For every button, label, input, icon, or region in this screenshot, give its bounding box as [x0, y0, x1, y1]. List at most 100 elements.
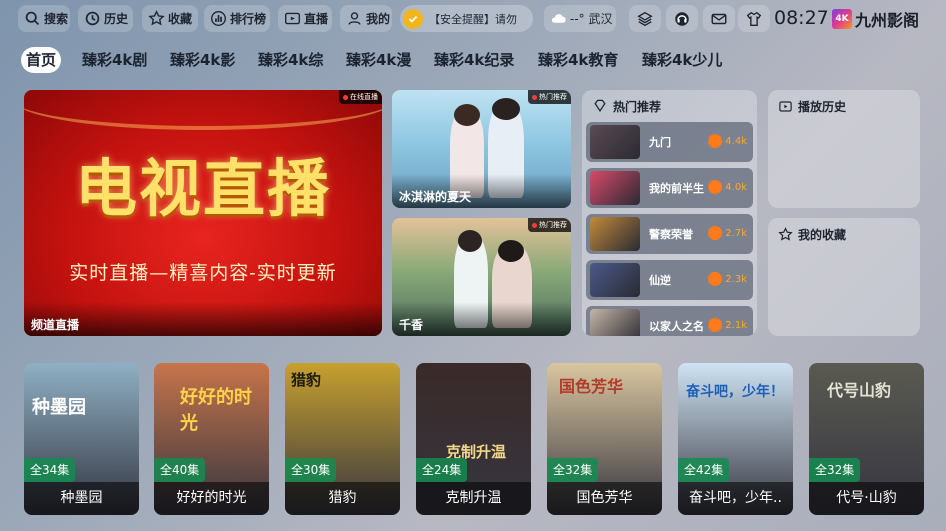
live-tv-banner[interactable]: 在线直播 电视直播 实时直播—精喜内容-实时更新 频道直播	[24, 90, 382, 336]
my-favorites-header: 我的收藏	[778, 224, 846, 244]
episode-badge: 全40集	[154, 458, 206, 482]
poster-title: 种墨园	[24, 482, 139, 515]
poster-card[interactable]: 好好的时光 全40集 好好的时光	[154, 363, 269, 515]
play-history-header: 播放历史	[778, 96, 846, 116]
hot-dot-icon	[532, 94, 537, 100]
notice-text: 【安全提醒】请勿	[429, 12, 517, 26]
history-icon	[85, 11, 100, 26]
featured-card-summer[interactable]: 热门推荐 冰淇淋的夏天	[392, 90, 571, 208]
hot-dot-icon	[532, 222, 537, 228]
mine-button[interactable]: 我的	[340, 5, 392, 32]
my-favorites-title: 我的收藏	[798, 227, 847, 242]
brand-logo-icon: 4K	[832, 8, 852, 29]
tab-4k-drama[interactable]: 臻彩4k剧	[82, 47, 147, 73]
play-icon	[779, 100, 792, 112]
tab-4k-kids[interactable]: 臻彩4k少儿	[642, 47, 722, 73]
top-bar: 搜索 历史 收藏 排行榜 直播 我的 【安全提醒】请勿 --° 武汉 08:27…	[0, 0, 946, 36]
tab-home[interactable]: 首页	[21, 47, 62, 73]
hot-item-heat: 4.4k	[708, 134, 747, 148]
poster-card[interactable]: 种墨园 全34集 种墨园	[24, 363, 139, 515]
hot-item-heat: 4.0k	[708, 180, 747, 194]
hot-list-item[interactable]: 仙逆 2.3k	[586, 260, 753, 300]
hot-list-item[interactable]: 以家人之名 2.1k	[586, 306, 753, 336]
poster-title: 国色芳华	[547, 482, 662, 515]
hot-badge: 热门推荐	[528, 218, 571, 232]
episode-badge: 全32集	[809, 458, 861, 482]
shirt-icon	[746, 11, 762, 26]
headset-icon	[675, 11, 689, 26]
hot-panel-header: 热门推荐	[592, 96, 661, 116]
poster-figure	[458, 230, 482, 252]
episode-badge: 全34集	[24, 458, 76, 482]
brand: 4K 九州影阁	[832, 5, 919, 32]
layers-button[interactable]	[629, 5, 661, 32]
favorites-label: 收藏	[168, 12, 193, 26]
poster-art-title: 种墨园	[32, 397, 86, 418]
poster-card[interactable]: 猎豹 全30集 猎豹	[285, 363, 400, 515]
hot-item-heat: 2.1k	[708, 318, 747, 332]
poster-title: 猎豹	[285, 482, 400, 515]
hot-list-item[interactable]: 我的前半生 4.0k	[586, 168, 753, 208]
poster-card[interactable]: 国色芳华 全32集 国色芳华	[547, 363, 662, 515]
banner-caption: 频道直播	[24, 302, 382, 336]
tab-4k-variety[interactable]: 臻彩4k综	[258, 47, 323, 73]
warning-icon	[403, 8, 423, 29]
poster-figure	[492, 98, 520, 120]
poster-card[interactable]: 克制升温 全24集 克制升温	[416, 363, 531, 515]
hot-panel-title: 热门推荐	[613, 99, 662, 114]
hot-thumbnail	[590, 171, 640, 205]
play-history-title: 播放历史	[798, 99, 847, 114]
hot-thumbnail	[590, 217, 640, 251]
play-history-panel[interactable]: 播放历史	[768, 90, 920, 208]
history-button[interactable]: 历史	[78, 5, 133, 32]
hot-thumbnail	[590, 263, 640, 297]
poster-card[interactable]: 代号山豹 全32集 代号·山豹	[809, 363, 924, 515]
tab-4k-movie[interactable]: 臻彩4k影	[170, 47, 235, 73]
tab-4k-anime[interactable]: 臻彩4k漫	[346, 47, 411, 73]
weather-widget[interactable]: --° 武汉	[544, 5, 616, 32]
hot-item-title: 警察荣誉	[649, 228, 693, 241]
poster-art-title: 奋斗吧，少年！	[686, 384, 784, 400]
hot-item-title: 以家人之名	[649, 320, 704, 333]
episode-badge: 全42集	[678, 458, 730, 482]
ranking-button[interactable]: 排行榜	[204, 5, 270, 32]
search-button[interactable]: 搜索	[18, 5, 70, 32]
brand-name: 九州影阁	[855, 10, 920, 30]
featured-title: 千香	[392, 302, 571, 336]
featured-card-qianxiang[interactable]: 热门推荐 千香	[392, 218, 571, 336]
hot-list-item[interactable]: 九门 4.4k	[586, 122, 753, 162]
mail-icon	[711, 13, 727, 24]
poster-title: 好好的时光	[154, 482, 269, 515]
my-favorites-panel[interactable]: 我的收藏	[768, 218, 920, 336]
search-icon	[25, 11, 40, 26]
hot-recommend-panel: 热门推荐 九门 4.4k 我的前半生 4.0k 警察荣誉 2.7k 仙逆 2.3k 以家人之名 2…	[582, 90, 757, 336]
service-button[interactable]	[666, 5, 698, 32]
episode-badge: 全32集	[547, 458, 599, 482]
hot-list-item[interactable]: 警察荣誉 2.7k	[586, 214, 753, 254]
ranking-label: 排行榜	[230, 12, 267, 26]
hot-badge: 热门推荐	[528, 90, 571, 104]
banner-subline: 实时直播—精喜内容-实时更新	[69, 262, 337, 284]
poster-card[interactable]: 奋斗吧，少年！ 全42集 奋斗吧，少年..	[678, 363, 793, 515]
tab-4k-education[interactable]: 臻彩4k教育	[538, 47, 618, 73]
hot-item-title: 九门	[649, 136, 671, 149]
fire-icon	[708, 272, 723, 286]
favorites-button[interactable]: 收藏	[142, 5, 198, 32]
star-icon	[148, 10, 165, 26]
tv-icon	[285, 12, 300, 25]
cloud-icon	[551, 14, 566, 23]
hot-item-heat: 2.7k	[708, 226, 747, 240]
poster-title: 奋斗吧，少年..	[678, 482, 793, 515]
notice-ticker[interactable]: 【安全提醒】请勿	[400, 5, 533, 32]
theme-button[interactable]	[738, 5, 770, 32]
live-button[interactable]: 直播	[278, 5, 332, 32]
poster-figure	[454, 104, 480, 126]
mail-button[interactable]	[703, 5, 735, 32]
layers-icon	[637, 11, 653, 26]
ranking-icon	[211, 11, 226, 26]
fire-icon	[708, 226, 723, 240]
tab-4k-documentary[interactable]: 臻彩4k纪录	[434, 47, 514, 73]
poster-title: 克制升温	[416, 482, 531, 515]
poster-title: 代号·山豹	[809, 482, 924, 515]
live-label: 直播	[304, 12, 329, 26]
